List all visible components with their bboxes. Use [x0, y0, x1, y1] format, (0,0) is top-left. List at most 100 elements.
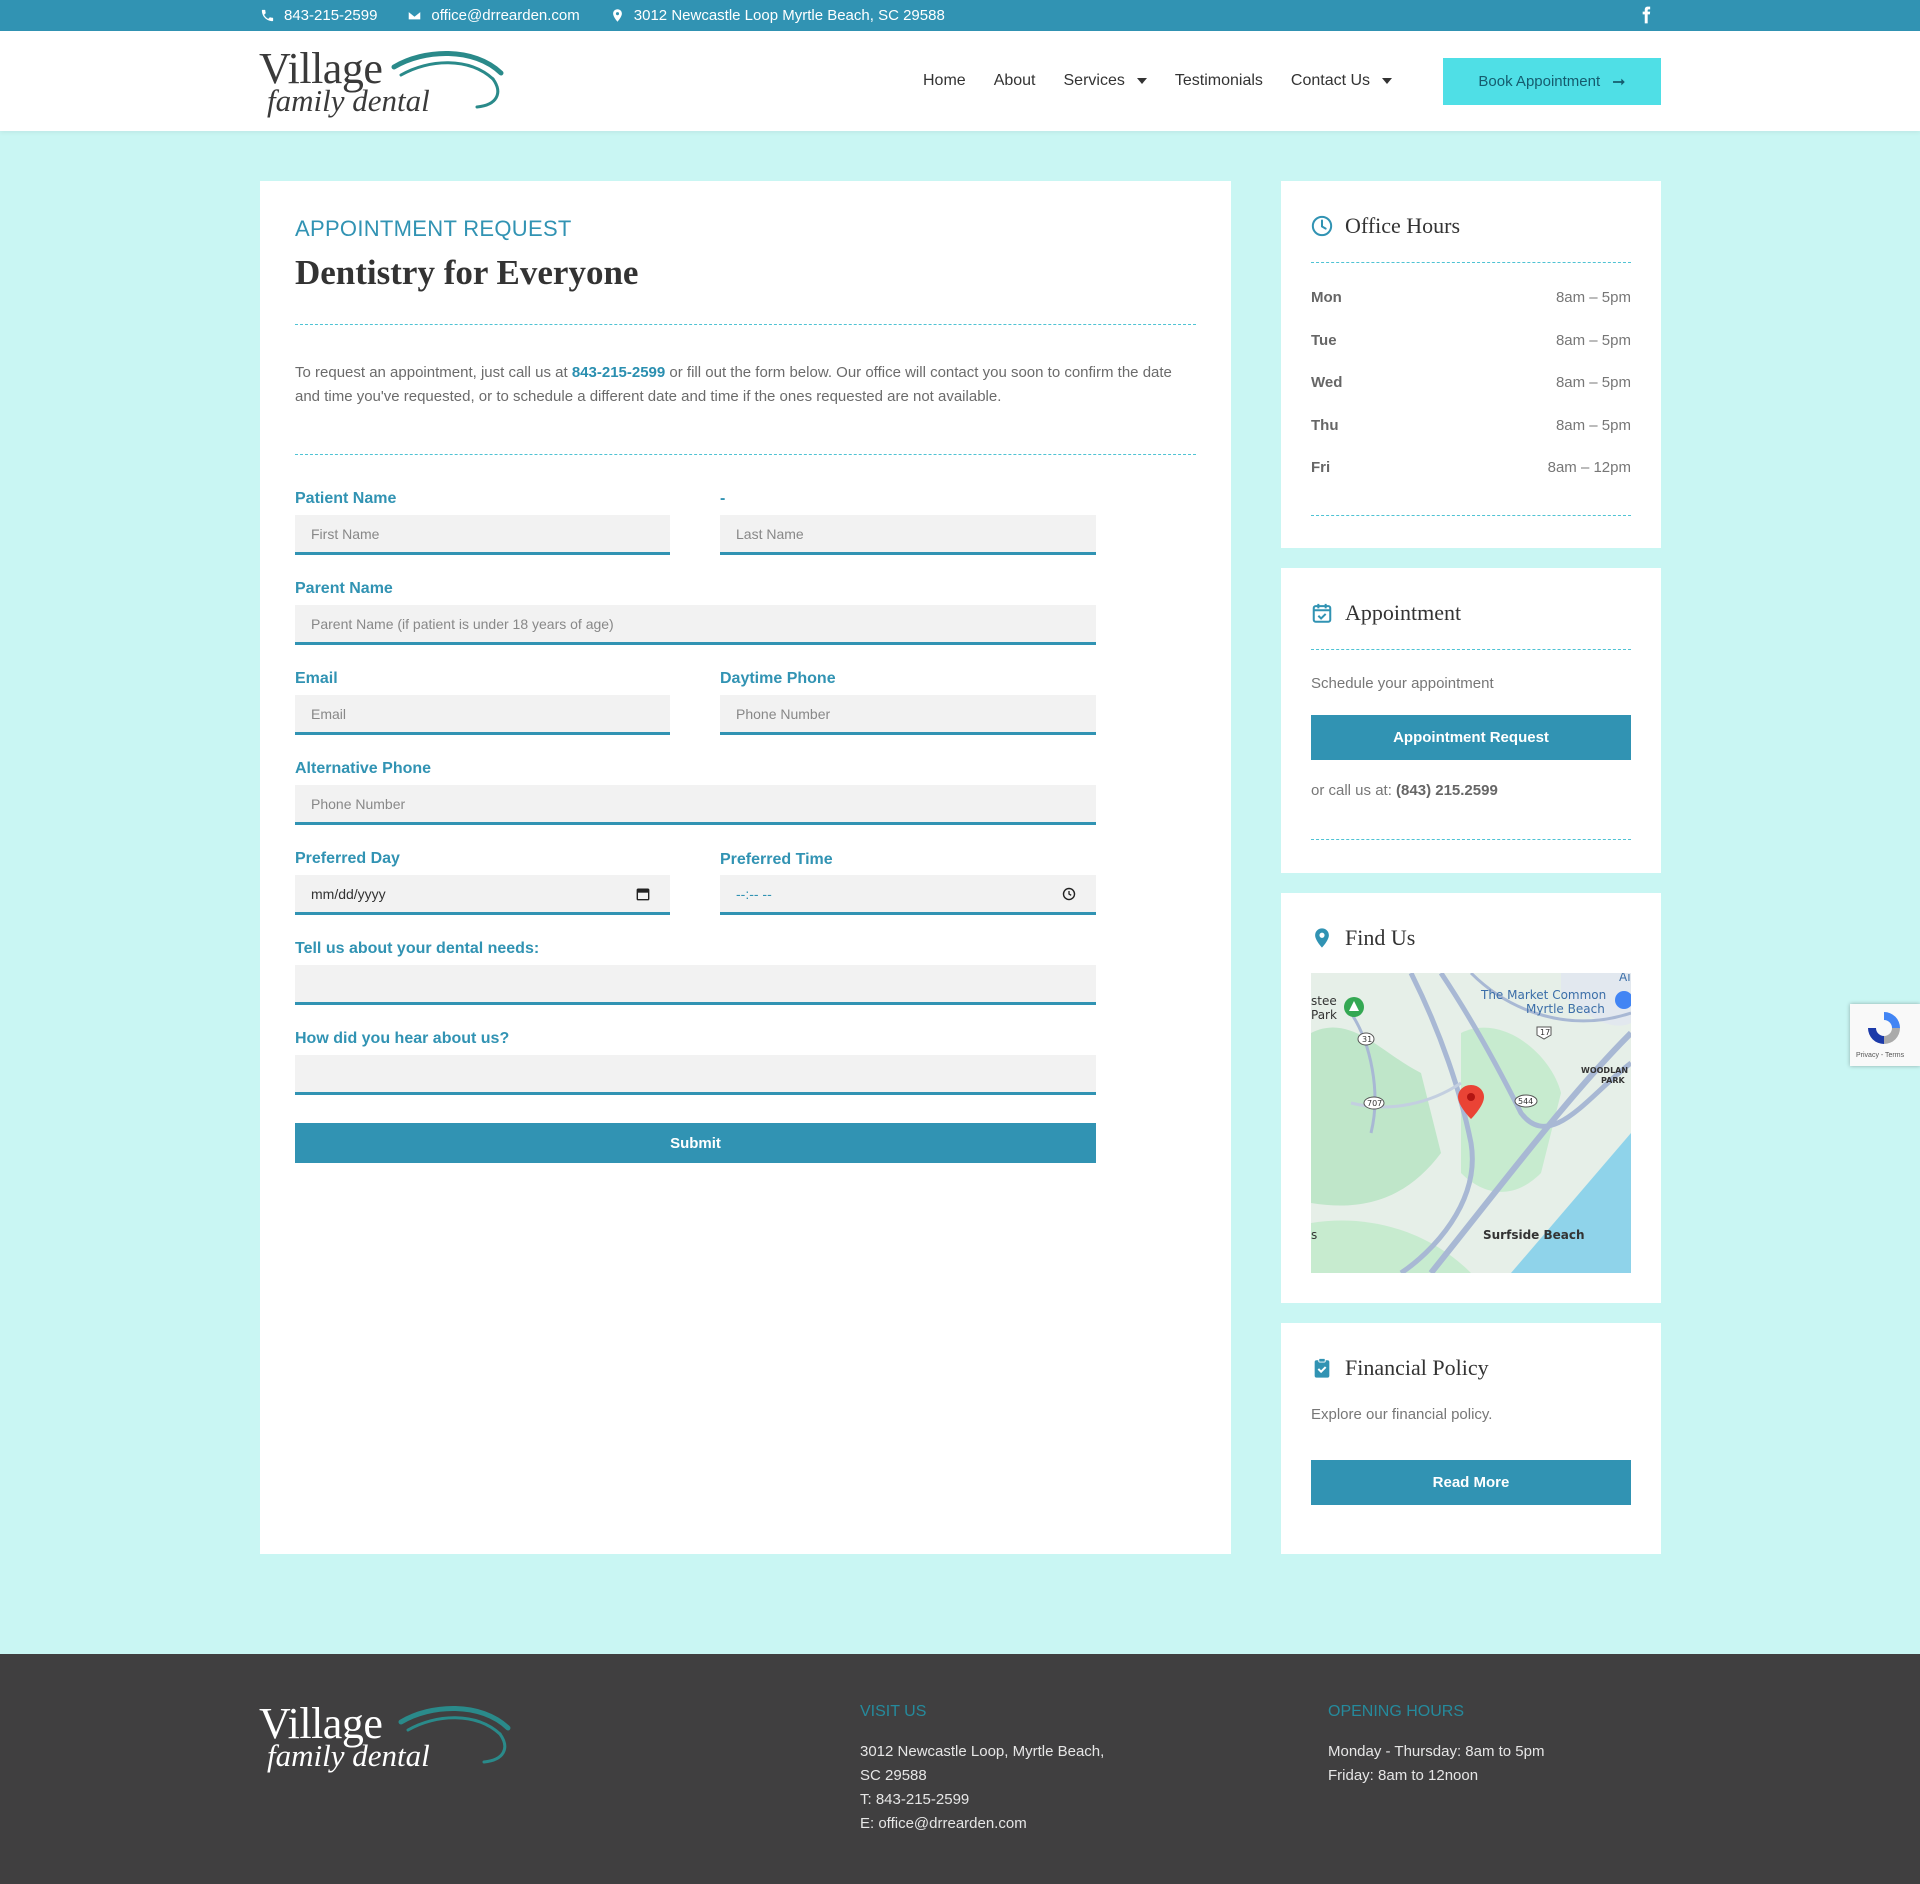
footer-address-line2: SC 29588 — [860, 1767, 927, 1784]
topbar-phone-text: 843-215-2599 — [284, 7, 378, 24]
phone-icon — [261, 9, 274, 22]
email-placeholder: Email — [311, 705, 347, 722]
footer-address-line1: 3012 Newcastle Loop, Myrtle Beach, — [860, 1743, 1105, 1760]
hours-row: Fri 8am – 12pm — [1311, 459, 1631, 476]
divider — [295, 454, 1196, 455]
hours-row: Mon 8am – 5pm — [1311, 289, 1631, 306]
nav-services[interactable]: Services — [1064, 72, 1147, 90]
nav-testimonials[interactable]: Testimonials — [1175, 72, 1263, 90]
find-us-heading: Find Us — [1311, 925, 1415, 951]
submit-button[interactable]: Submit — [295, 1123, 1096, 1163]
financial-policy-heading: Financial Policy — [1311, 1355, 1489, 1381]
section-kicker: APPOINTMENT REQUEST — [295, 216, 572, 241]
site-header: Village family dental Home About Service… — [0, 31, 1920, 131]
hours-day: Fri — [1311, 459, 1331, 476]
map-graphic: The Market Common Myrtle Beach Airp stee… — [1311, 973, 1631, 1273]
intro-phone-link[interactable]: 843-215-2599 — [572, 364, 665, 381]
footer-logo[interactable]: Village family dental — [259, 1698, 511, 1776]
first-name-placeholder: First Name — [311, 525, 380, 542]
map-label-woodland: WOODLAN — [1581, 1066, 1628, 1075]
nav-services-label: Services — [1063, 72, 1125, 89]
topbar-address[interactable]: 3012 Newcastle Loop Myrtle Beach, SC 295… — [610, 7, 945, 24]
facebook-link[interactable] — [1636, 5, 1656, 25]
nav-home[interactable]: Home — [923, 72, 966, 90]
preferred-day-input[interactable]: mm/dd/yyyy — [295, 875, 670, 915]
hours-day: Mon — [1311, 289, 1342, 306]
chevron-down-icon — [1382, 78, 1393, 84]
parent-name-placeholder: Parent Name (if patient is under 18 year… — [311, 615, 614, 632]
alternative-phone-input[interactable]: Phone Number — [295, 785, 1096, 825]
first-name-input[interactable]: First Name — [295, 515, 670, 555]
call-phone[interactable]: (843) 215.2599 — [1396, 782, 1498, 799]
appointment-request-button[interactable]: Appointment Request — [1311, 715, 1631, 760]
find-us-title: Find Us — [1345, 925, 1416, 950]
read-more-button[interactable]: Read More — [1311, 1460, 1631, 1505]
map-pin-icon — [612, 9, 622, 22]
hours-day: Wed — [1311, 374, 1343, 391]
logo-swoosh-icon — [391, 51, 504, 109]
hours-time: 8am – 5pm — [1555, 332, 1631, 349]
map-label-statepark1: stee — [1311, 994, 1337, 1008]
divider — [1311, 649, 1631, 650]
main-nav: Home About Services Testimonials Contact… — [923, 31, 1393, 131]
footer-visit-title: VISIT US — [860, 1703, 927, 1720]
map-route-17: 17 — [1540, 1028, 1550, 1037]
chevron-down-icon — [1136, 78, 1147, 84]
footer-phone[interactable]: T: 843-215-2599 — [860, 1788, 1104, 1812]
last-name-input[interactable]: Last Name — [720, 515, 1096, 555]
divider — [1311, 839, 1631, 840]
parent-name-input[interactable]: Parent Name (if patient is under 18 year… — [295, 605, 1096, 645]
preferred-day-value: mm/dd/yyyy — [311, 885, 386, 902]
nav-about[interactable]: About — [994, 72, 1036, 90]
email-input[interactable]: Email — [295, 695, 670, 735]
footer-email[interactable]: E: office@drrearden.com — [860, 1812, 1104, 1836]
footer-hours-title: OPENING HOURS — [1328, 1703, 1465, 1720]
alternative-phone-label: Alternative Phone — [295, 760, 432, 777]
book-appointment-button[interactable]: Book Appointment ➞ — [1443, 58, 1661, 105]
appointment-sidebar-card: Appointment Schedule your appointment Ap… — [1281, 568, 1661, 873]
hear-about-input[interactable] — [295, 1055, 1096, 1095]
intro-before: To request an appointment, just call us … — [295, 364, 572, 381]
recaptcha-icon — [1868, 1012, 1900, 1044]
topbar-email-text: office@drrearden.com — [431, 7, 580, 24]
map-label-statepark2: Park — [1311, 1008, 1337, 1022]
topbar-email[interactable]: office@drrearden.com — [407, 7, 580, 24]
preferred-time-input[interactable]: --:-- -- — [720, 875, 1096, 915]
hear-about-label: How did you hear about us? — [295, 1030, 510, 1047]
email-label: Email — [295, 670, 338, 687]
patient-name-label: Patient Name — [295, 490, 397, 507]
topbar-address-text: 3012 Newcastle Loop Myrtle Beach, SC 295… — [633, 7, 945, 24]
parent-name-label: Parent Name — [295, 580, 393, 597]
envelope-icon — [408, 10, 422, 21]
recaptcha-badge[interactable]: Privacy - Terms — [1850, 1004, 1920, 1066]
site-footer: Village family dental VISIT US 3012 Newc… — [0, 1654, 1920, 1884]
map-label-market: The Market Common — [1480, 988, 1606, 1002]
map-label-park: PARK — [1601, 1076, 1625, 1085]
daytime-phone-placeholder: Phone Number — [736, 705, 831, 722]
last-name-label: - — [720, 490, 726, 507]
clipboard-check-icon — [1314, 1357, 1330, 1378]
site-logo[interactable]: Village family dental — [259, 43, 504, 121]
calendar-icon[interactable] — [636, 887, 650, 901]
map-label-market2: Myrtle Beach — [1526, 1002, 1605, 1016]
topbar-phone[interactable]: 843-215-2599 — [260, 7, 377, 24]
nav-contact[interactable]: Contact Us — [1291, 72, 1393, 90]
top-bar: 843-215-2599 office@drrearden.com 3012 N… — [0, 0, 1920, 31]
preferred-day-label: Preferred Day — [295, 850, 400, 867]
dental-needs-input[interactable] — [295, 965, 1096, 1005]
calendar-check-icon — [1312, 603, 1332, 623]
recaptcha-text[interactable]: Privacy - Terms — [1856, 1052, 1904, 1059]
location-map[interactable]: The Market Common Myrtle Beach Airp stee… — [1311, 973, 1631, 1273]
hours-day: Tue — [1311, 332, 1337, 349]
dental-needs-label: Tell us about your dental needs: — [295, 940, 540, 957]
page-title: Dentistry for Everyone — [295, 253, 639, 292]
footer-hours-line1: Monday - Thursday: 8am to 5pm — [1328, 1743, 1545, 1760]
hours-time: 8am – 5pm — [1555, 374, 1631, 391]
intro-text: To request an appointment, just call us … — [295, 361, 1200, 408]
hours-time: 8am – 5pm — [1555, 289, 1631, 306]
clock-icon[interactable] — [1062, 887, 1076, 901]
facebook-icon — [1642, 6, 1651, 24]
daytime-phone-input[interactable]: Phone Number — [720, 695, 1096, 735]
hours-row: Thu 8am – 5pm — [1311, 417, 1631, 434]
hours-row: Wed 8am – 5pm — [1311, 374, 1631, 391]
